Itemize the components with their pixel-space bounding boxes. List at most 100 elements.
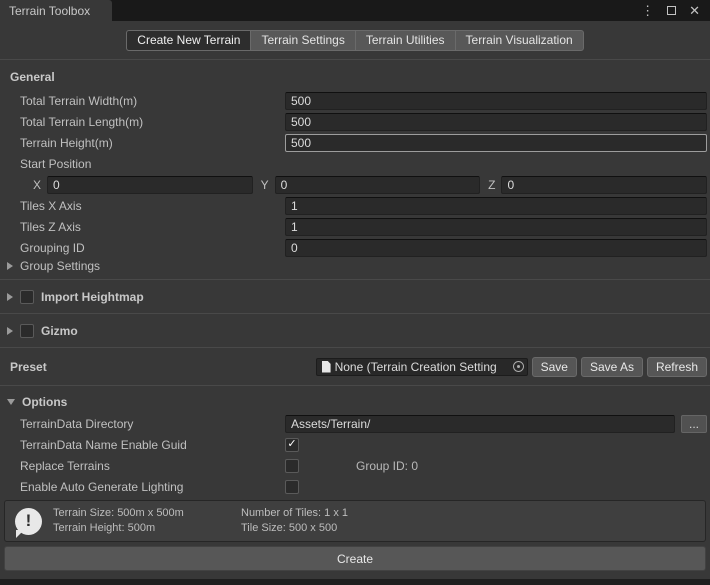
foldout-collapsed-icon[interactable]	[7, 327, 13, 335]
total-terrain-width-label: Total Terrain Width(m)	[20, 94, 285, 108]
import-heightmap-checkbox[interactable]	[20, 290, 34, 304]
start-position-y-value: 0	[281, 178, 288, 192]
refresh-button-label: Refresh	[656, 360, 698, 374]
gizmo-checkbox[interactable]	[20, 324, 34, 338]
total-terrain-width-value: 500	[291, 94, 311, 108]
number-of-tiles-readout: Number of Tiles: 1 x 1	[241, 506, 348, 521]
terrain-height-label: Terrain Height(m)	[20, 136, 285, 150]
tiles-x-axis-label: Tiles X Axis	[20, 199, 285, 213]
window-title: Terrain Toolbox	[9, 4, 90, 18]
grouping-id-label: Grouping ID	[20, 241, 285, 255]
total-terrain-width-row: Total Terrain Width(m) 500	[0, 90, 710, 111]
object-picker-icon[interactable]	[513, 361, 524, 372]
tiles-x-axis-value: 1	[291, 199, 298, 213]
replace-terrains-label: Replace Terrains	[20, 459, 285, 473]
foldout-collapsed-icon[interactable]	[7, 262, 13, 270]
tiles-z-axis-label: Tiles Z Axis	[20, 220, 285, 234]
gizmo-section[interactable]: Gizmo	[0, 314, 710, 347]
tab-group: Create New Terrain Terrain Settings Terr…	[126, 30, 583, 51]
terraindata-directory-row: TerrainData Directory Assets/Terrain/ ..…	[0, 413, 710, 434]
window-tab[interactable]: Terrain Toolbox	[0, 0, 112, 21]
preset-object-value: None (Terrain Creation Setting	[335, 360, 510, 374]
terraindata-guid-row: TerrainData Name Enable Guid ✓	[0, 434, 710, 455]
total-terrain-length-value: 500	[291, 115, 311, 129]
group-settings-label: Group Settings	[20, 259, 100, 273]
tab-terrain-settings-label: Terrain Settings	[261, 33, 344, 47]
options-foldout[interactable]: Options	[0, 386, 710, 413]
start-position-label: Start Position	[20, 157, 285, 171]
asset-file-icon	[322, 361, 331, 373]
auto-generate-lighting-checkbox[interactable]	[285, 480, 299, 494]
save-button-label: Save	[541, 360, 568, 374]
tiles-x-axis-field[interactable]: 1	[285, 197, 707, 215]
tiles-z-axis-field[interactable]: 1	[285, 218, 707, 236]
create-button-label: Create	[337, 552, 373, 566]
close-icon[interactable]: ✕	[689, 4, 700, 17]
window-bottom-edge	[0, 579, 710, 585]
grouping-id-field[interactable]: 0	[285, 239, 707, 257]
maximize-icon[interactable]	[667, 6, 676, 15]
total-terrain-length-field[interactable]: 500	[285, 113, 707, 131]
auto-generate-lighting-row: Enable Auto Generate Lighting	[0, 476, 710, 497]
tiles-z-axis-row: Tiles Z Axis 1	[0, 216, 710, 237]
terrain-height-row: Terrain Height(m) 500	[0, 132, 710, 153]
start-position-x-field[interactable]: 0	[47, 176, 253, 194]
preset-row: Preset None (Terrain Creation Setting Sa…	[0, 348, 710, 385]
window-controls: ⋮ ✕	[641, 0, 710, 21]
preset-object-field[interactable]: None (Terrain Creation Setting	[316, 358, 528, 376]
group-id-readout: Group ID: 0	[356, 459, 418, 473]
foldout-expanded-icon[interactable]	[7, 399, 15, 405]
total-terrain-length-row: Total Terrain Length(m) 500	[0, 111, 710, 132]
options-header-label: Options	[22, 395, 67, 409]
start-position-x-value: 0	[53, 178, 60, 192]
kebab-menu-icon[interactable]: ⋮	[641, 4, 654, 17]
terraindata-guid-checkbox[interactable]: ✓	[285, 438, 299, 452]
terrain-toolbox-window: Terrain Toolbox ⋮ ✕ Create New Terrain T…	[0, 0, 710, 585]
save-as-button[interactable]: Save As	[581, 357, 643, 377]
save-as-button-label: Save As	[590, 360, 634, 374]
terraindata-directory-label: TerrainData Directory	[20, 417, 285, 431]
tab-terrain-settings[interactable]: Terrain Settings	[250, 30, 355, 51]
info-help-box: ! Terrain Size: 500m x 500m Terrain Heig…	[4, 500, 706, 542]
toolbar: Create New Terrain Terrain Settings Terr…	[0, 21, 710, 59]
import-heightmap-label: Import Heightmap	[41, 290, 144, 304]
replace-terrains-row: Replace Terrains Group ID: 0	[0, 455, 710, 476]
save-button[interactable]: Save	[532, 357, 577, 377]
total-terrain-length-label: Total Terrain Length(m)	[20, 115, 285, 129]
browse-button-label: ...	[689, 417, 699, 431]
terrain-height-readout: Terrain Height: 500m	[53, 521, 201, 536]
preset-controls: None (Terrain Creation Setting Save Save…	[316, 357, 707, 377]
info-column-left: Terrain Size: 500m x 500m Terrain Height…	[53, 506, 201, 536]
browse-button[interactable]: ...	[681, 415, 707, 433]
terraindata-directory-field[interactable]: Assets/Terrain/	[285, 415, 675, 433]
terrain-size-readout: Terrain Size: 500m x 500m	[53, 506, 201, 521]
checkmark-icon: ✓	[287, 439, 296, 450]
foldout-collapsed-icon[interactable]	[7, 293, 13, 301]
terrain-height-field[interactable]: 500	[285, 134, 707, 152]
start-position-z-field[interactable]: 0	[501, 176, 707, 194]
tab-terrain-utilities-label: Terrain Utilities	[366, 33, 445, 47]
gizmo-label: Gizmo	[41, 324, 78, 338]
tab-create-new-terrain-label: Create New Terrain	[137, 33, 240, 47]
start-position-xyz-row: X 0 Y 0 Z 0	[0, 174, 710, 195]
tab-create-new-terrain[interactable]: Create New Terrain	[126, 30, 251, 51]
refresh-button[interactable]: Refresh	[647, 357, 707, 377]
info-column-right: Number of Tiles: 1 x 1 Tile Size: 500 x …	[241, 506, 348, 536]
tab-terrain-visualization[interactable]: Terrain Visualization	[455, 30, 584, 51]
start-position-y-field[interactable]: 0	[275, 176, 481, 194]
start-position-row: Start Position	[0, 153, 710, 174]
create-button[interactable]: Create	[4, 546, 706, 571]
auto-generate-lighting-label: Enable Auto Generate Lighting	[20, 480, 285, 494]
grouping-id-row: Grouping ID 0	[0, 237, 710, 258]
tab-terrain-utilities[interactable]: Terrain Utilities	[355, 30, 456, 51]
axis-y-label: Y	[261, 178, 269, 192]
replace-terrains-checkbox[interactable]	[285, 459, 299, 473]
preset-label: Preset	[10, 360, 47, 374]
group-settings-foldout[interactable]: Group Settings	[0, 258, 710, 279]
import-heightmap-section[interactable]: Import Heightmap	[0, 280, 710, 313]
tiles-x-axis-row: Tiles X Axis 1	[0, 195, 710, 216]
general-section-header: General	[0, 60, 710, 90]
axis-x-label: X	[33, 178, 41, 192]
terraindata-guid-label: TerrainData Name Enable Guid	[20, 438, 285, 452]
total-terrain-width-field[interactable]: 500	[285, 92, 707, 110]
